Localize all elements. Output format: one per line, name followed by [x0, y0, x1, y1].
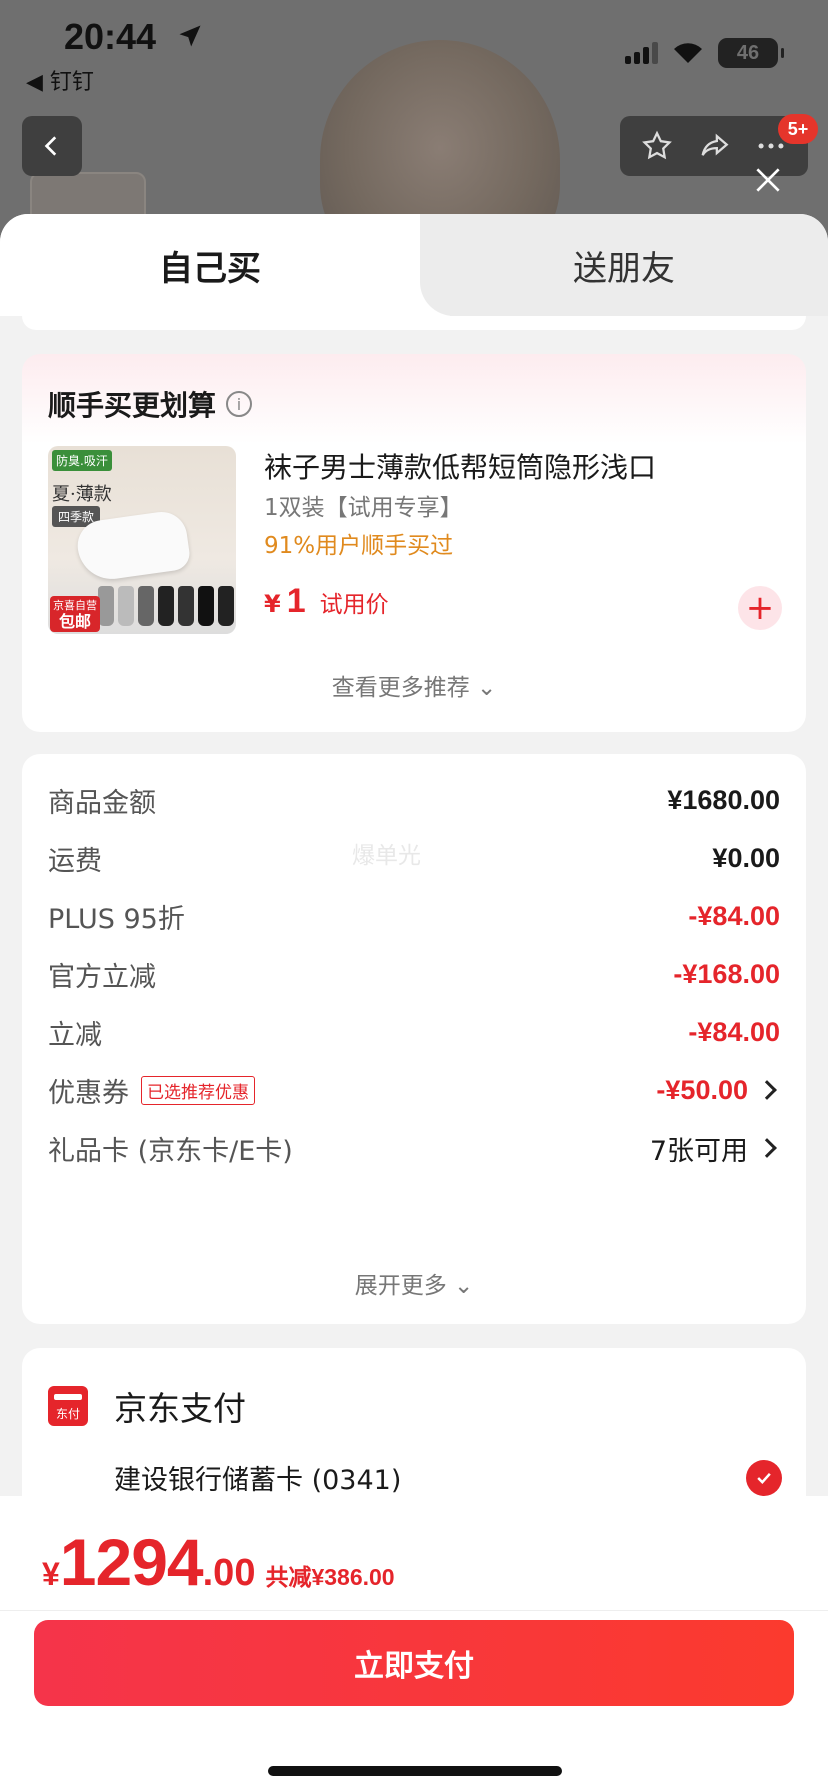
sock-colors [98, 586, 234, 626]
recommendation-title-text: 顺手买更划算 [48, 389, 217, 422]
row-value: -¥84.00 [688, 1016, 780, 1047]
image-tag-feature: 防臭.吸汗 [52, 450, 112, 471]
plus-icon: + [745, 588, 775, 628]
row-plus-discount: PLUS 95折 -¥84.00 [48, 896, 780, 936]
savings-label: 共减 [265, 1565, 312, 1591]
share-icon[interactable] [697, 129, 731, 163]
row-instant-discount: 立减 -¥84.00 [48, 1012, 780, 1052]
image-tag-season: 夏·薄款 [52, 484, 112, 505]
bank-card-option[interactable]: 建设银行储蓄卡 (0341) [114, 1458, 401, 1497]
badge-top: 京喜自营 [53, 599, 97, 612]
total-integer: 1294 [59, 1525, 204, 1599]
amount-summary-card: 爆单光 商品金额 ¥1680.00 运费 ¥0.00 PLUS 95折 -¥84… [22, 754, 806, 1324]
payment-title: 京东支付 [114, 1389, 246, 1428]
row-label: 商品金额 [48, 787, 156, 819]
product-model-photo [320, 40, 560, 240]
tab-buy-for-self-label: 自己买 [159, 248, 261, 289]
close-icon[interactable] [752, 164, 784, 196]
row-value: ¥0.00 [712, 842, 780, 873]
product-image[interactable]: 防臭.吸汗 夏·薄款 四季款 京喜自营 包邮 [48, 446, 236, 634]
savings-value: ¥386.00 [311, 1564, 395, 1590]
total-currency: ¥ [42, 1556, 60, 1592]
free-shipping-badge: 京喜自营 包邮 [50, 596, 100, 632]
row-value: -¥50.00 [656, 1074, 748, 1105]
row-label: 优惠券 [48, 1077, 129, 1109]
home-indicator [268, 1766, 562, 1776]
row-value-wrap: -¥50.00 [656, 1075, 780, 1106]
product-social-proof: 91%用户顺手买过 [264, 533, 454, 559]
battery-icon: 46 [718, 38, 784, 68]
row-subtotal: 商品金额 ¥1680.00 [48, 780, 780, 820]
price-label: 试用价 [319, 592, 389, 618]
row-label: PLUS 95折 [48, 903, 185, 935]
chevron-left-icon [44, 136, 57, 156]
chevron-right-icon [757, 1080, 777, 1100]
add-product-button[interactable]: + [738, 586, 782, 630]
row-gift-card[interactable]: 礼品卡 (京东卡/E卡) 7张可用 [48, 1128, 780, 1168]
product-price: ¥ 1 试用价 [264, 582, 389, 621]
badge-bottom: 包邮 [58, 612, 91, 631]
product-name[interactable]: 袜子男士薄款低帮短筒隐形浅口 [264, 446, 656, 486]
row-label: 立减 [48, 1019, 102, 1051]
nav-back-button[interactable] [22, 116, 82, 176]
status-indicators: 46 [625, 38, 784, 68]
row-value: -¥168.00 [673, 958, 780, 989]
notification-badge: 5+ [778, 114, 818, 144]
recommendation-title: 顺手买更划算 i [48, 384, 253, 424]
product-spec: 1双装【试用专享】 [264, 495, 463, 521]
total-price: ¥ 1294 .00 共减¥386.00 [42, 1524, 395, 1600]
star-icon[interactable] [640, 129, 674, 163]
jd-pay-icon: 东付 [48, 1386, 88, 1426]
info-icon[interactable]: i [226, 391, 253, 417]
back-to-app-link[interactable]: ◀ 钉钉 [26, 64, 94, 96]
chevron-right-icon [757, 1138, 777, 1158]
address-card-bottom [22, 316, 806, 330]
divider [0, 1610, 828, 1611]
row-label: 礼品卡 (京东卡/E卡) [48, 1135, 293, 1167]
coupon-tag: 已选推荐优惠 [141, 1075, 255, 1105]
row-coupon[interactable]: 优惠券 已选推荐优惠 -¥50.00 [48, 1070, 780, 1110]
row-label-wrap: 优惠券 已选推荐优惠 [48, 1071, 255, 1110]
price-currency: ¥ [264, 590, 281, 618]
row-label: 官方立减 [48, 961, 156, 993]
row-value: ¥1680.00 [667, 784, 780, 815]
checkout-bottom-bar: ¥ 1294 .00 共减¥386.00 立即支付 [0, 1496, 828, 1792]
selected-check-icon[interactable] [746, 1460, 782, 1496]
tab-buy-for-self[interactable]: 自己买 [0, 214, 420, 316]
expand-more-link[interactable]: 展开更多 ⌄ [22, 1266, 806, 1300]
row-value-wrap: 7张可用 [650, 1129, 780, 1168]
row-value: -¥84.00 [688, 900, 780, 931]
recommendation-card: 顺手买更划算 i 防臭.吸汗 夏·薄款 四季款 京喜自营 包邮 袜子男士薄款低帮… [22, 354, 806, 732]
wifi-icon [674, 43, 702, 63]
row-shipping: 运费 ¥0.00 [48, 838, 780, 878]
pay-now-button[interactable]: 立即支付 [34, 1620, 794, 1706]
total-decimal: .00 [202, 1552, 256, 1594]
tab-gift-to-friend[interactable]: 送朋友 [420, 214, 828, 316]
more-recommendations-link[interactable]: 查看更多推荐 ⌄ [22, 668, 806, 702]
total-savings: 共减¥386.00 [265, 1558, 394, 1592]
status-time: 20:44 [64, 16, 157, 57]
row-label: 运费 [48, 845, 102, 877]
price-value: 1 [286, 582, 306, 620]
background-product-page: 20:44 ◀ 钉钉 46 [0, 0, 828, 240]
row-value: 7张可用 [649, 1135, 748, 1167]
row-official-discount: 官方立减 -¥168.00 [48, 954, 780, 994]
cellular-signal-icon [625, 42, 658, 64]
location-arrow-icon [179, 25, 201, 47]
purchase-tabs: 自己买 送朋友 [0, 214, 828, 330]
